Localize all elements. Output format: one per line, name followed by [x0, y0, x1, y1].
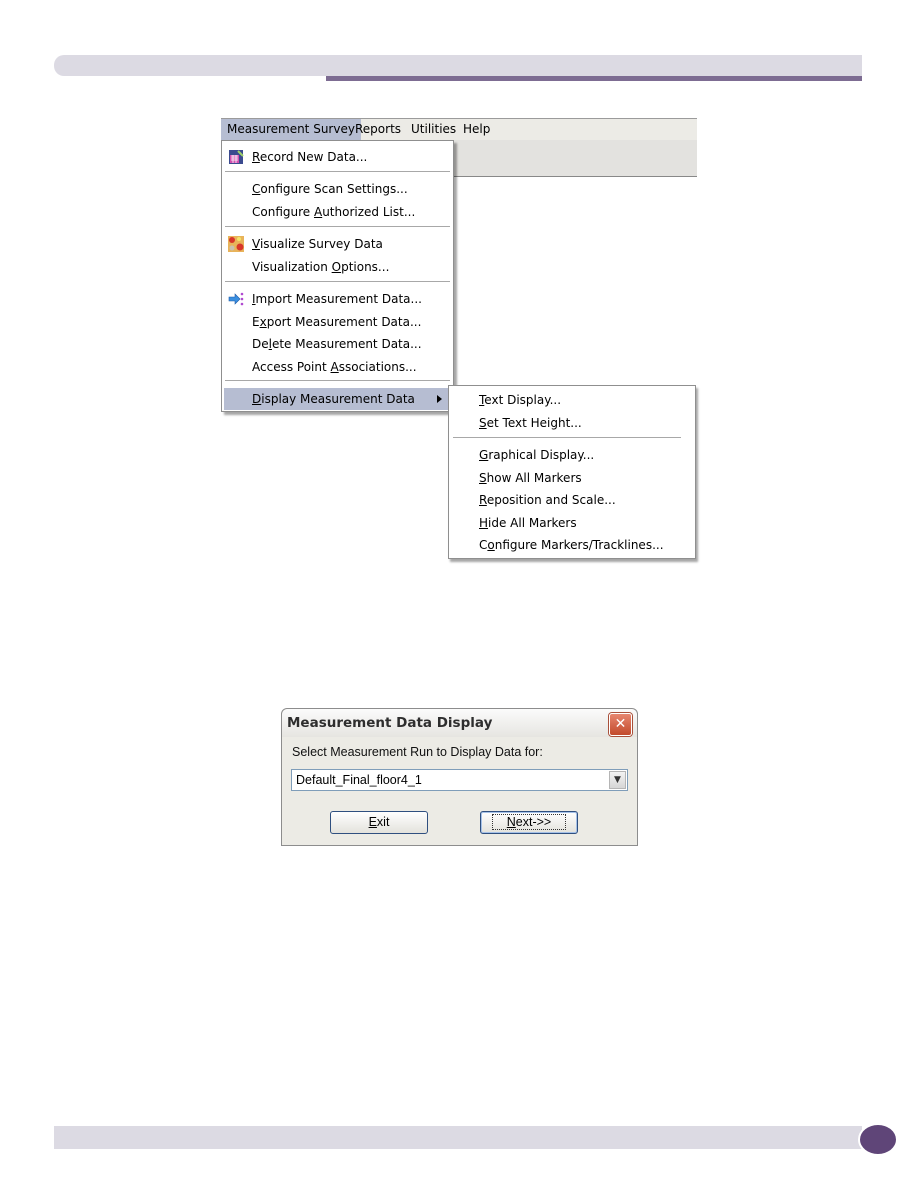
submenu-item-text-display[interactable]: Text Display... — [449, 389, 695, 411]
menu-item-label: Hide All Markers — [479, 516, 577, 530]
menu-separator — [453, 437, 681, 439]
menu-item-label: Visualization Options... — [252, 260, 390, 274]
menu-item-display-measurement-data[interactable]: Display Measurement Data — [224, 388, 450, 410]
page-header-bar — [54, 55, 862, 76]
record-data-icon — [229, 150, 244, 164]
menu-item-visualize-survey-data[interactable]: Visualize Survey Data — [222, 233, 453, 255]
menu-item-label: Configure Authorized List... — [252, 205, 416, 219]
chevron-down-icon[interactable]: ▼ — [609, 771, 626, 789]
menu-item-import-measurement-data[interactable]: Import Measurement Data... — [222, 288, 453, 310]
menu-item-label: Set Text Height... — [479, 416, 582, 430]
menu-item-label: Reposition and Scale... — [479, 493, 616, 507]
submenu-item-set-text-height[interactable]: Set Text Height... — [449, 412, 695, 434]
measurement-survey-menu: Record New Data... Configure Scan Settin… — [221, 140, 454, 412]
menu-item-export-measurement-data[interactable]: Export Measurement Data... — [222, 311, 453, 333]
toolbar-area — [454, 140, 697, 177]
menu-item-label: Show All Markers — [479, 471, 582, 485]
menu-item-visualization-options[interactable]: Visualization Options... — [222, 256, 453, 278]
selected-run-value: Default_Final_floor4_1 — [296, 773, 422, 787]
page-number-badge — [858, 1123, 898, 1156]
submenu-item-hide-all-markers[interactable]: Hide All Markers — [449, 512, 695, 534]
page-header-accent — [326, 76, 862, 81]
import-icon — [228, 292, 244, 306]
menu-item-label: Display Measurement Data — [252, 392, 415, 406]
menu-item-delete-measurement-data[interactable]: Delete Measurement Data... — [222, 333, 453, 355]
menu-separator — [225, 171, 450, 173]
run-select-label: Select Measurement Run to Display Data f… — [292, 745, 543, 759]
exit-button[interactable]: Exit — [330, 811, 428, 834]
menu-item-configure-authorized-list[interactable]: Configure Authorized List... — [222, 201, 453, 223]
menu-item-label: Graphical Display... — [479, 448, 595, 462]
menu-item-configure-scan-settings[interactable]: Configure Scan Settings... — [222, 178, 453, 200]
menu-separator — [225, 226, 450, 228]
menu-bar: Measurement Survey Reports Utilities Hel… — [221, 118, 697, 140]
menu-item-label: Access Point Associations... — [252, 360, 417, 374]
menu-separator — [225, 281, 450, 283]
submenu-item-reposition-and-scale[interactable]: Reposition and Scale... — [449, 489, 695, 511]
menu-item-access-point-associations[interactable]: Access Point Associations... — [222, 356, 453, 378]
menu-separator — [225, 380, 450, 382]
page-footer-bar — [54, 1126, 862, 1149]
menu-item-label: Record New Data... — [252, 150, 368, 164]
dialog-title-bar[interactable]: Measurement Data Display ✕ — [282, 709, 637, 737]
measurement-run-select[interactable]: Default_Final_floor4_1 ▼ — [291, 769, 628, 791]
submenu-item-show-all-markers[interactable]: Show All Markers — [449, 467, 695, 489]
menu-item-label: Import Measurement Data... — [252, 292, 422, 306]
menu-item-label: Export Measurement Data... — [252, 315, 422, 329]
menu-item-label: Configure Scan Settings... — [252, 182, 408, 196]
display-measurement-data-submenu: Text Display... Set Text Height... Graph… — [448, 385, 696, 559]
menu-reports[interactable]: Reports — [355, 122, 401, 136]
close-icon[interactable]: ✕ — [609, 713, 632, 736]
submenu-item-configure-markers-tracklines[interactable]: Configure Markers/Tracklines... — [449, 534, 695, 556]
dialog-title: Measurement Data Display — [287, 715, 493, 731]
submenu-arrow-icon — [437, 395, 442, 403]
menu-help[interactable]: Help — [463, 122, 490, 136]
menu-measurement-survey[interactable]: Measurement Survey — [221, 119, 361, 140]
menu-item-label: Delete Measurement Data... — [252, 337, 422, 351]
menu-utilities[interactable]: Utilities — [411, 122, 456, 136]
menu-item-record-new-data[interactable]: Record New Data... — [222, 146, 453, 168]
menu-item-label: Configure Markers/Tracklines... — [479, 538, 664, 552]
visualize-icon — [228, 236, 244, 252]
measurement-data-display-dialog: Measurement Data Display ✕ Select Measur… — [281, 708, 638, 846]
menu-item-label: Text Display... — [479, 393, 562, 407]
menu-item-label: Visualize Survey Data — [252, 237, 383, 251]
submenu-item-graphical-display[interactable]: Graphical Display... — [449, 444, 695, 466]
next-button[interactable]: Next->> — [480, 811, 578, 834]
